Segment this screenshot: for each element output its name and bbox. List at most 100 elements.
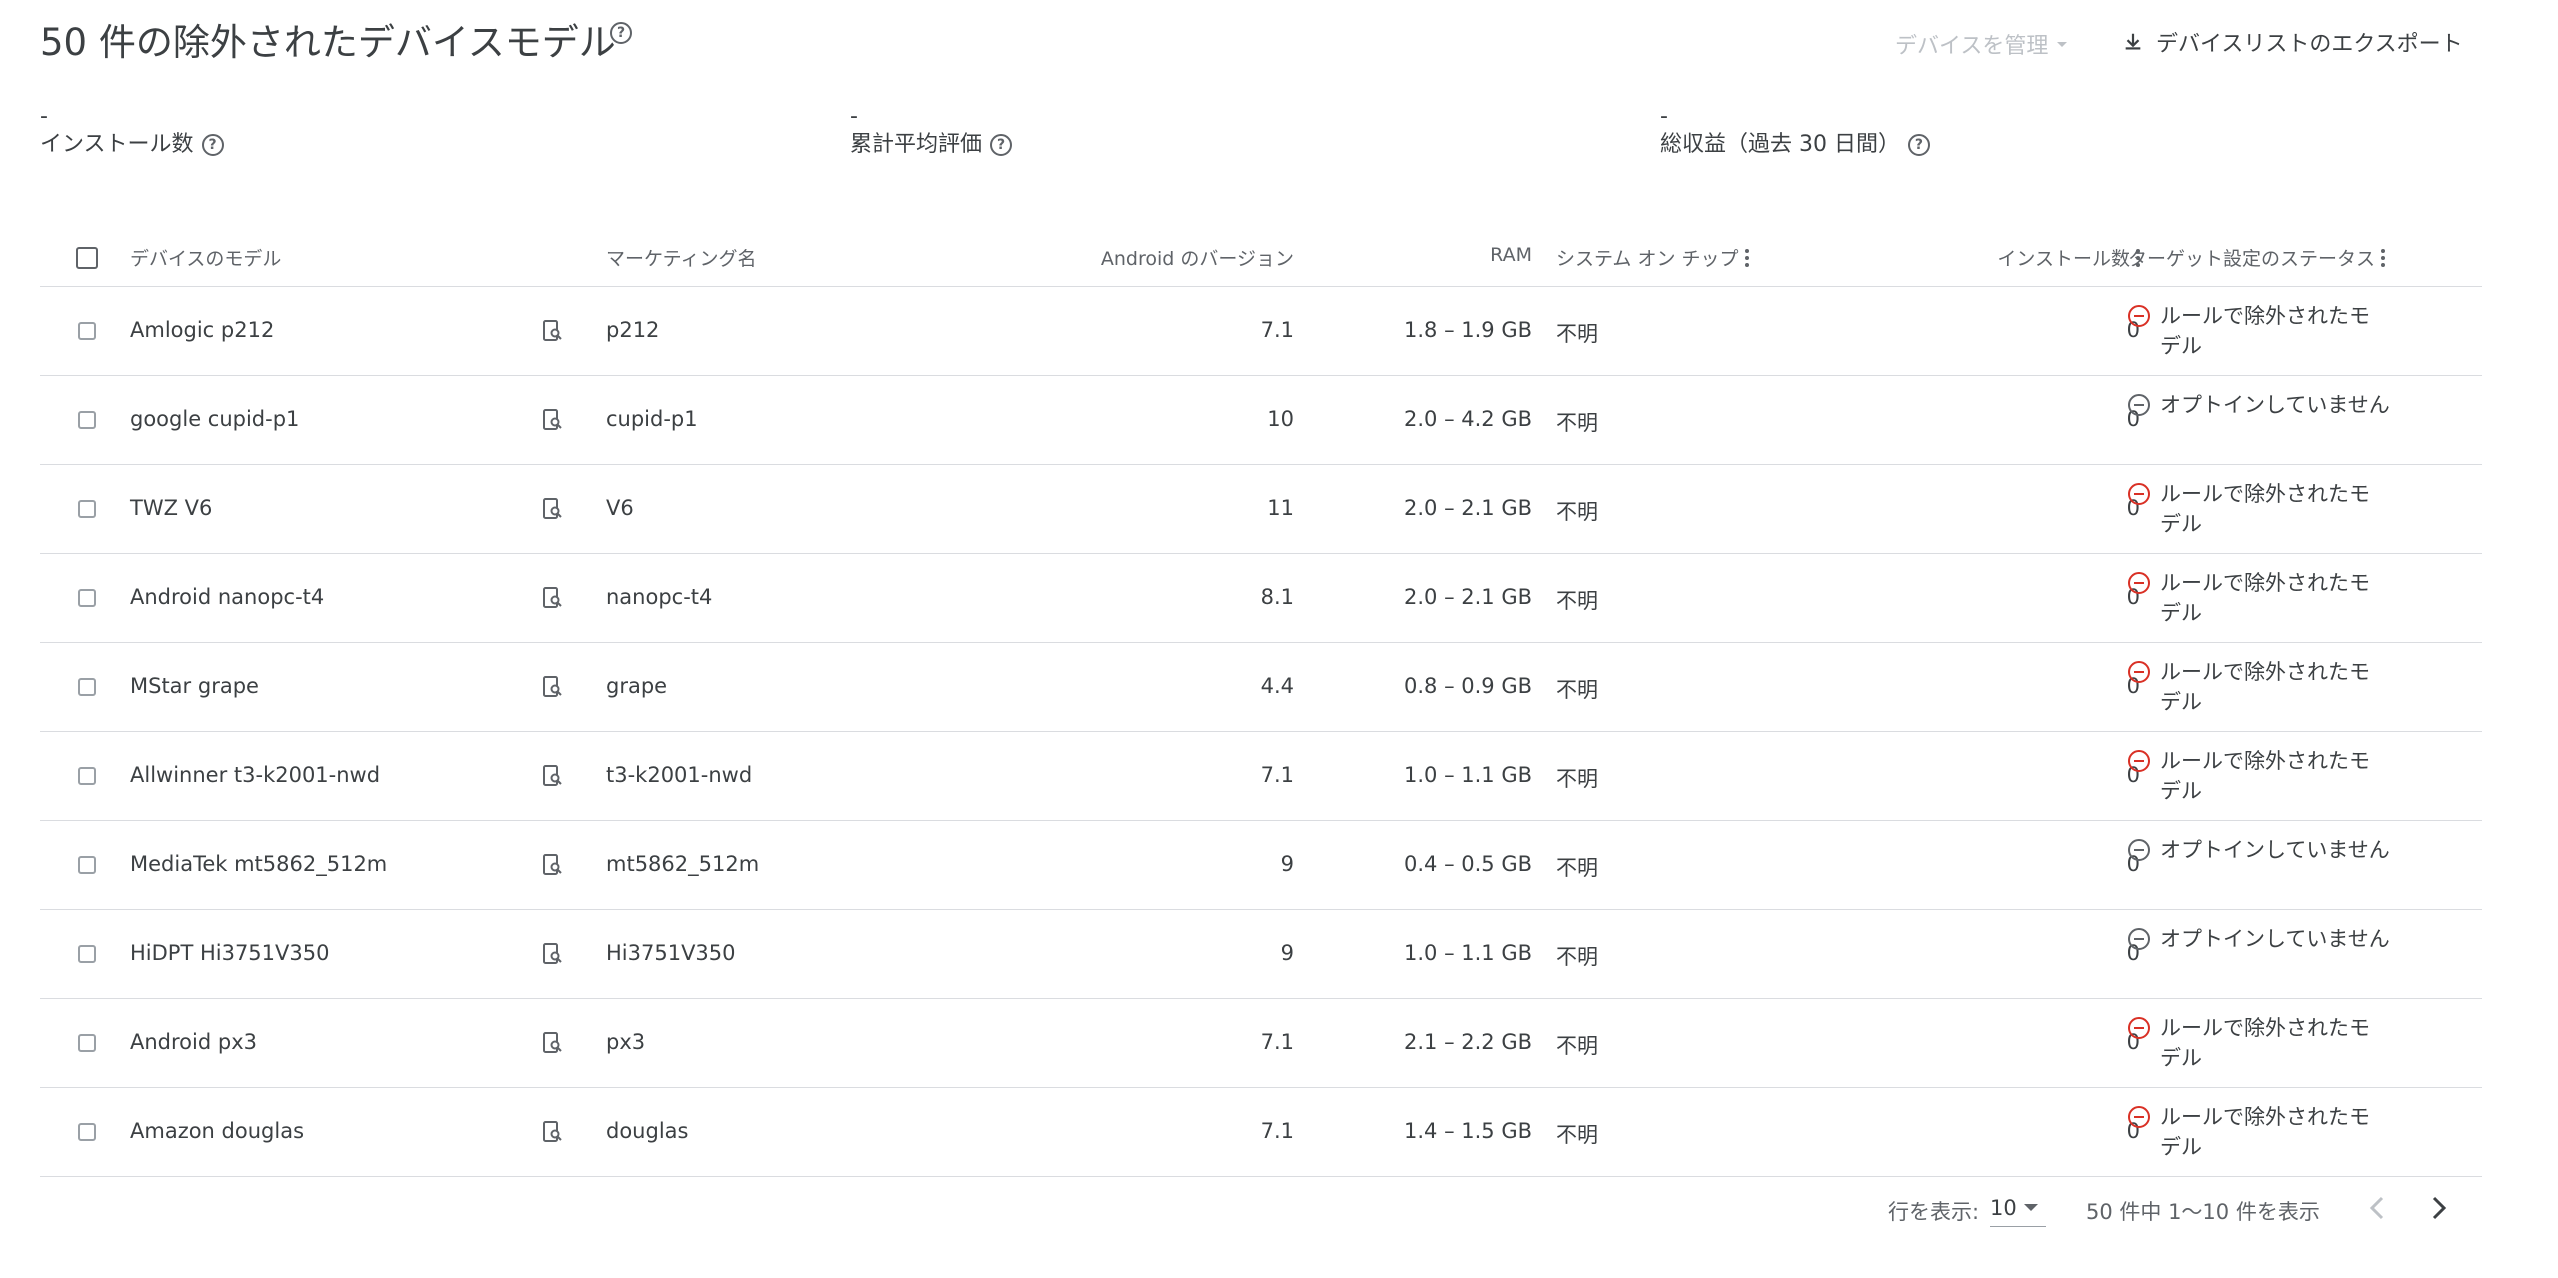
cell-marketing-name: nanopc-t4 [606, 585, 713, 609]
row-checkbox[interactable] [78, 945, 96, 963]
cell-soc: 不明 [1556, 945, 1598, 969]
device-details-icon[interactable] [540, 319, 564, 343]
cell-device-model: Android nanopc-t4 [130, 585, 325, 609]
cell-installs: 0 [2126, 1030, 2140, 1054]
row-checkbox[interactable] [78, 1123, 96, 1141]
cell-android-version: 9 [1280, 852, 1294, 876]
cell-ram: 2.0 – 2.1 GB [1404, 585, 1532, 609]
table-row[interactable]: google cupid-p1 cupid-p1 10 2.0 – 4.2 GB 不明 0… [40, 376, 2482, 465]
cell-device-model: TWZ V6 [130, 496, 213, 520]
column-header-installs[interactable]: インストール数 [1920, 244, 2140, 271]
excluded-icon [2128, 661, 2150, 683]
column-header-soc[interactable]: システム オン チップ [1556, 244, 1749, 271]
cell-device-model: Allwinner t3-k2001-nwd [130, 763, 381, 787]
status-text: ルールで除外されたモデル [2160, 660, 2370, 714]
column-header-marketing-name[interactable]: マーケティング名 [606, 244, 756, 271]
cell-marketing-name: px3 [606, 1030, 646, 1054]
cell-installs: 0 [2126, 941, 2140, 965]
previous-page-icon[interactable] [2358, 1188, 2398, 1228]
status-text: ルールで除外されたモデル [2160, 1105, 2370, 1159]
cell-installs: 0 [2126, 318, 2140, 342]
cell-device-model: HiDPT Hi3751V350 [130, 941, 330, 965]
status-text: ルールで除外されたモデル [2160, 304, 2370, 358]
device-details-icon[interactable] [540, 586, 564, 610]
row-checkbox[interactable] [78, 411, 96, 429]
excluded-devices-page: 50 件の除外されたデバイスモデル ? デバイスを管理 デバイスリストのエクスポ… [40, 0, 2482, 1278]
cell-ram: 0.8 – 0.9 GB [1404, 674, 1532, 698]
status-text: オプトインしていません [2160, 927, 2390, 951]
excluded-icon [2128, 483, 2150, 505]
dropdown-arrow-icon [2024, 1204, 2038, 1211]
status-text: ルールで除外されたモデル [2160, 482, 2370, 536]
stat-revenue: - 総収益（過去 30 日間）? [1660, 104, 1930, 160]
device-details-icon[interactable] [540, 942, 564, 966]
column-header-label: マーケティング名 [606, 248, 757, 270]
cell-android-version: 4.4 [1260, 674, 1294, 698]
row-checkbox[interactable] [78, 500, 96, 518]
device-details-icon[interactable] [540, 408, 564, 432]
not-opted-in-icon [2128, 928, 2150, 950]
device-details-icon[interactable] [540, 1120, 564, 1144]
cell-soc: 不明 [1556, 1034, 1598, 1058]
row-checkbox[interactable] [78, 322, 96, 340]
cell-installs: 0 [2126, 852, 2140, 876]
more-vert-icon[interactable] [2381, 248, 2386, 267]
table-row[interactable]: MStar grape grape 4.4 0.8 – 0.9 GB 不明 0 ルールで除外… [40, 643, 2482, 732]
next-page-icon[interactable] [2418, 1188, 2458, 1228]
device-details-icon[interactable] [540, 675, 564, 699]
device-details-icon[interactable] [540, 853, 564, 877]
row-checkbox[interactable] [78, 1034, 96, 1052]
row-checkbox[interactable] [78, 678, 96, 696]
device-details-icon[interactable] [540, 497, 564, 521]
not-opted-in-icon [2128, 839, 2150, 861]
device-details-icon[interactable] [540, 1031, 564, 1055]
table-row[interactable]: HiDPT Hi3751V350 Hi3751V350 9 1.0 – 1.1 GB 不… [40, 910, 2482, 999]
cell-android-version: 7.1 [1260, 1030, 1294, 1054]
row-checkbox[interactable] [78, 589, 96, 607]
cell-android-version: 7.1 [1260, 763, 1294, 787]
cell-device-model: MStar grape [130, 674, 259, 698]
table-row[interactable]: Allwinner t3-k2001-nwd t3-k2001-nwd 7.1 1.0… [40, 732, 2482, 821]
cell-device-model: Android px3 [130, 1030, 257, 1054]
status-text: ルールで除外されたモデル [2160, 749, 2370, 803]
more-vert-icon[interactable] [1744, 248, 1749, 267]
stat-label: 累計平均評価 [850, 132, 983, 157]
column-header-model[interactable]: デバイスのモデル [130, 244, 281, 271]
export-device-list-button[interactable]: デバイスリストのエクスポート [2122, 26, 2463, 58]
rows-per-page-select[interactable]: 10 [1990, 1190, 2046, 1227]
excluded-icon [2128, 305, 2150, 327]
row-checkbox[interactable] [78, 856, 96, 874]
excluded-icon [2128, 750, 2150, 772]
help-icon[interactable]: ? [201, 134, 224, 156]
device-details-icon[interactable] [540, 764, 564, 788]
help-icon[interactable]: ? [1907, 134, 1930, 156]
table-row[interactable]: Amazon douglas douglas 7.1 1.4 – 1.5 GB 不明 0 ル… [40, 1088, 2482, 1177]
cell-installs: 0 [2126, 763, 2140, 787]
table-row[interactable]: Amlogic p212 p212 7.1 1.8 – 1.9 GB 不明 0 ルールで除外… [40, 287, 2482, 376]
table-row[interactable]: MediaTek mt5862_512m mt5862_512m 9 0.4 – 0.… [40, 821, 2482, 910]
cell-soc: 不明 [1556, 856, 1598, 880]
manage-devices-button[interactable]: デバイスを管理 [1895, 28, 2070, 60]
column-header-status[interactable]: ターゲット設定のステータス [2128, 244, 2386, 271]
table-row[interactable]: Android px3 px3 7.1 2.1 – 2.2 GB 不明 0 ルールで除外され… [40, 999, 2482, 1088]
row-checkbox[interactable] [78, 767, 96, 785]
cell-installs: 0 [2126, 1119, 2140, 1143]
stat-label: インストール数 [40, 132, 194, 157]
table-row[interactable]: Android nanopc-t4 nanopc-t4 8.1 2.0 – 2.1 G… [40, 554, 2482, 643]
column-header-ram[interactable]: RAM [1340, 244, 1532, 266]
cell-soc: 不明 [1556, 678, 1598, 702]
export-label: デバイスリストのエクスポート [2156, 32, 2463, 57]
status-text: ルールで除外されたモデル [2160, 1016, 2370, 1070]
cell-marketing-name: mt5862_512m [606, 852, 760, 876]
cell-android-version: 10 [1267, 407, 1294, 431]
help-icon[interactable]: ? [990, 134, 1013, 156]
download-icon [2125, 33, 2141, 50]
cell-ram: 1.0 – 1.1 GB [1404, 763, 1532, 787]
select-all-checkbox[interactable] [76, 247, 98, 269]
stat-value: - [40, 104, 48, 129]
table-row[interactable]: TWZ V6 V6 11 2.0 – 2.1 GB 不明 0 ルールで除外されたモデル [40, 465, 2482, 554]
column-header-android-version[interactable]: Android のバージョン [1000, 244, 1294, 271]
help-icon[interactable]: ? [610, 22, 632, 44]
column-header-label: システム オン チップ [1556, 248, 1739, 270]
column-header-label: RAM [1490, 244, 1532, 266]
